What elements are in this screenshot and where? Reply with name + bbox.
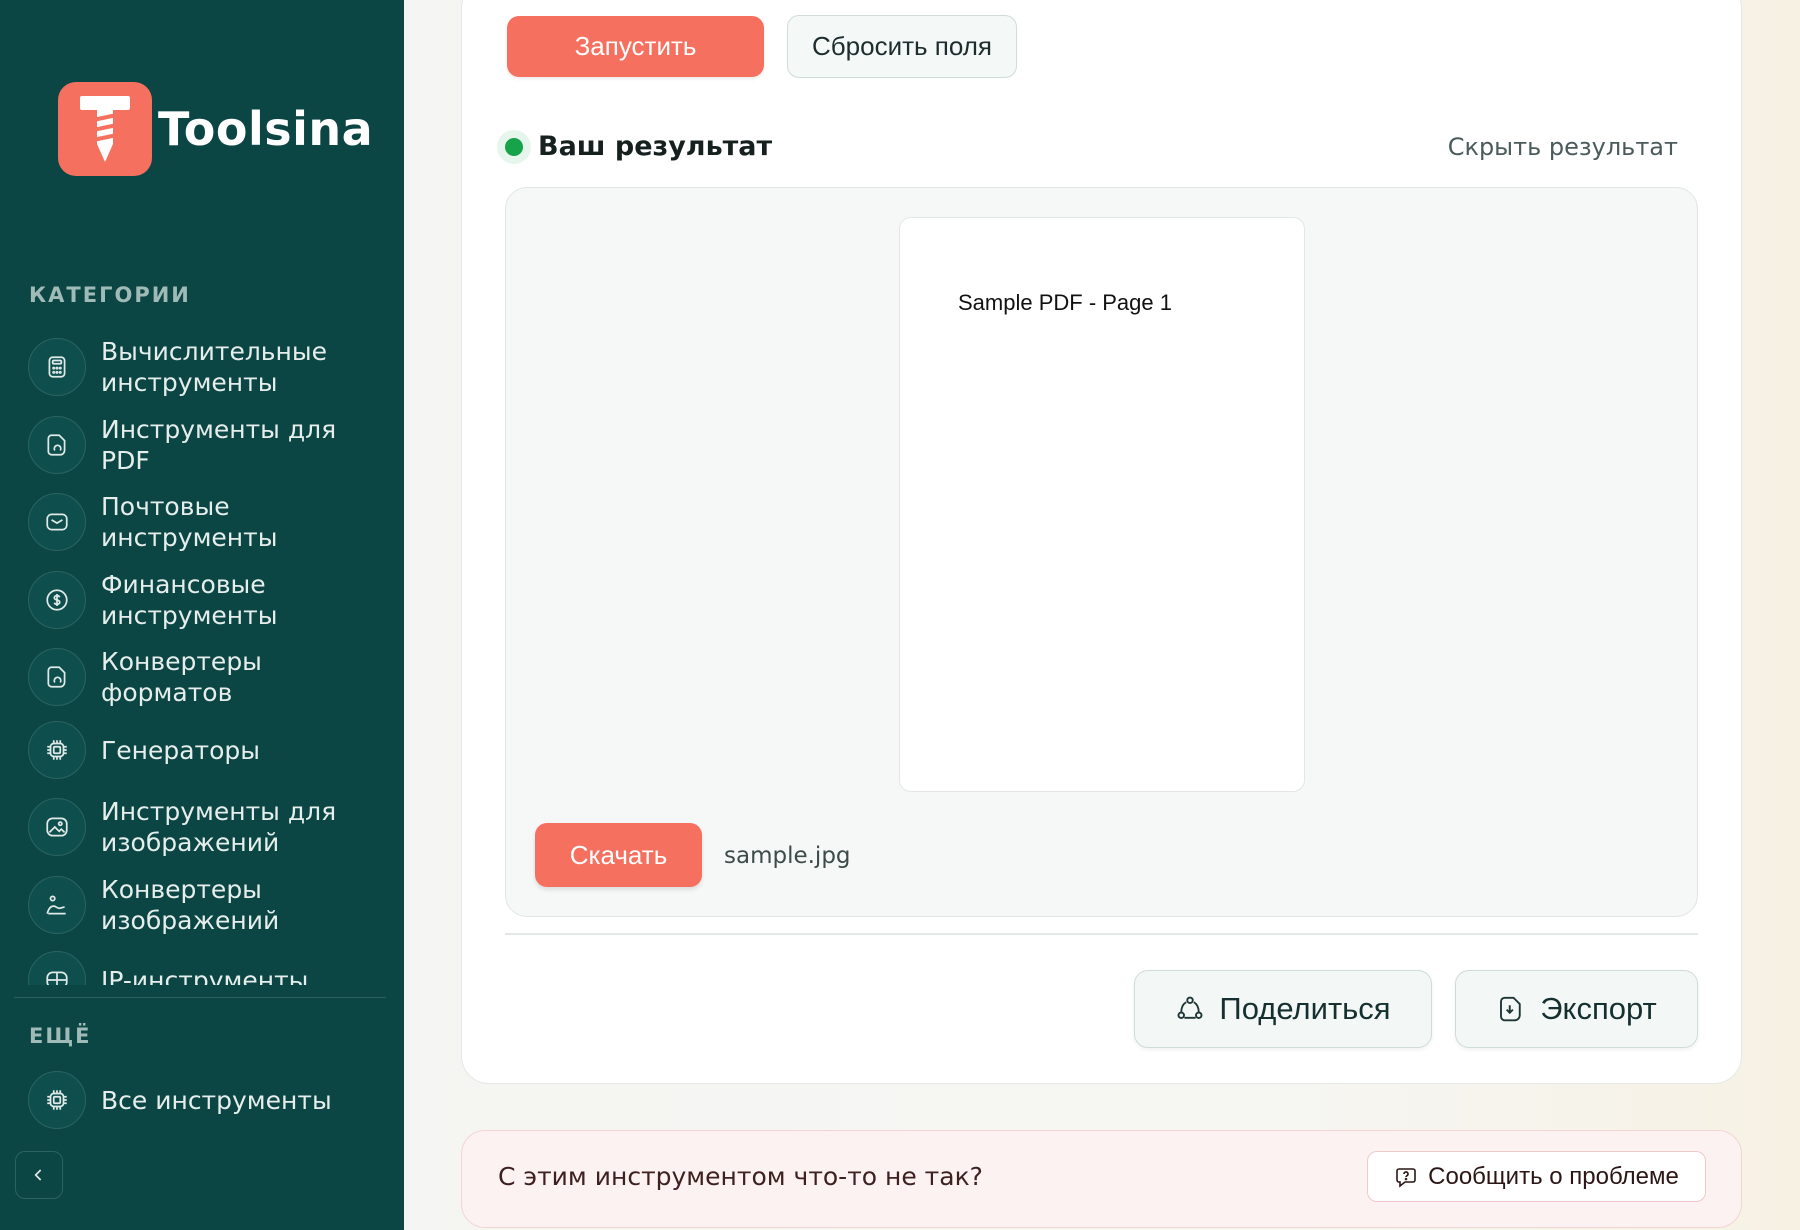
calculator-icon (28, 338, 86, 396)
dollar-icon (28, 571, 86, 629)
hide-result-link[interactable]: Скрыть результат (1420, 133, 1678, 161)
sidebar-item-mail-tools[interactable]: Почтовые инструменты (28, 491, 388, 553)
chip-icon (28, 1071, 86, 1129)
download-button[interactable]: Скачать (535, 823, 702, 887)
chip-icon (28, 721, 86, 779)
sidebar-divider (14, 997, 386, 998)
network-icon (28, 951, 86, 985)
sidebar-item-label: Инструменты для PDF (101, 415, 337, 475)
sidebar-item-image-converters[interactable]: Конвертеры изображений (28, 874, 388, 936)
logo-screw-icon (58, 82, 152, 176)
more-title: ЕЩЁ (29, 1024, 92, 1048)
card-divider (505, 933, 1698, 935)
sidebar-item-all-tools[interactable]: Все инструменты (28, 1071, 388, 1129)
sidebar-item-label: Вычислительные инструменты (101, 337, 328, 397)
image-icon (28, 798, 86, 856)
problem-text: С этим инструментом что-то не так? (498, 1162, 983, 1191)
share-icon (1177, 996, 1203, 1019)
export-file-icon (1500, 996, 1521, 1022)
reset-fields-button[interactable]: Сбросить поля (787, 15, 1017, 78)
report-label: Сообщить о проблеме (1428, 1162, 1679, 1190)
chevron-left-icon (34, 1169, 42, 1181)
pdf-file-icon (28, 416, 86, 474)
sidebar-item-pdf-tools[interactable]: Инструменты для PDF (28, 414, 388, 476)
share-button[interactable]: Поделиться (1134, 970, 1432, 1048)
run-button[interactable]: Запустить (507, 16, 764, 77)
sidebar-item-label: Инструменты для изображений (101, 797, 337, 857)
sidebar-item-label: Генераторы (101, 735, 261, 765)
sidebar-item-label: Конвертеры форматов (101, 647, 262, 707)
sidebar-item-finance-tools[interactable]: Финансовые инструменты (28, 569, 388, 631)
category-list: Вычислительные инструменты Инструменты д… (0, 330, 404, 985)
sidebar-item-label: Финансовые инструменты (101, 570, 278, 630)
sidebar-item-calculation-tools[interactable]: Вычислительные инструменты (28, 336, 388, 398)
export-label: Экспорт (1540, 991, 1657, 1026)
collapse-sidebar-button[interactable] (15, 1151, 63, 1199)
file-convert-icon (28, 648, 86, 706)
sidebar: Toolsina КАТЕГОРИИ Вычислительные инстру… (0, 0, 404, 1230)
share-label: Поделиться (1219, 991, 1391, 1026)
sidebar-item-label: Конвертеры изображений (101, 875, 280, 935)
sidebar-item-label: Все инструменты (101, 1085, 332, 1115)
image-convert-icon (28, 876, 86, 934)
chat-question-icon (1396, 1167, 1416, 1188)
sidebar-item-ip-tools[interactable]: IP-инструменты (28, 951, 388, 985)
sidebar-item-generators[interactable]: Генераторы (28, 721, 388, 779)
logo-text: Toolsina (158, 102, 374, 156)
mail-icon (28, 493, 86, 551)
result-status-dot (505, 138, 523, 156)
sidebar-item-format-converters[interactable]: Конвертеры форматов (28, 646, 388, 708)
logo[interactable]: Toolsina (58, 82, 373, 176)
sidebar-item-label: Почтовые инструменты (101, 492, 278, 552)
pdf-preview-text: Sample PDF - Page 1 (958, 290, 1172, 315)
file-name: sample.jpg (724, 843, 851, 869)
report-problem-button[interactable]: Сообщить о проблеме (1367, 1151, 1706, 1202)
export-button[interactable]: Экспорт (1455, 970, 1698, 1048)
result-title: Ваш результат (538, 131, 773, 162)
sidebar-item-label: IP-инструменты (101, 965, 309, 986)
categories-title: КАТЕГОРИИ (29, 283, 191, 307)
sidebar-item-image-tools[interactable]: Инструменты для изображений (28, 796, 388, 858)
